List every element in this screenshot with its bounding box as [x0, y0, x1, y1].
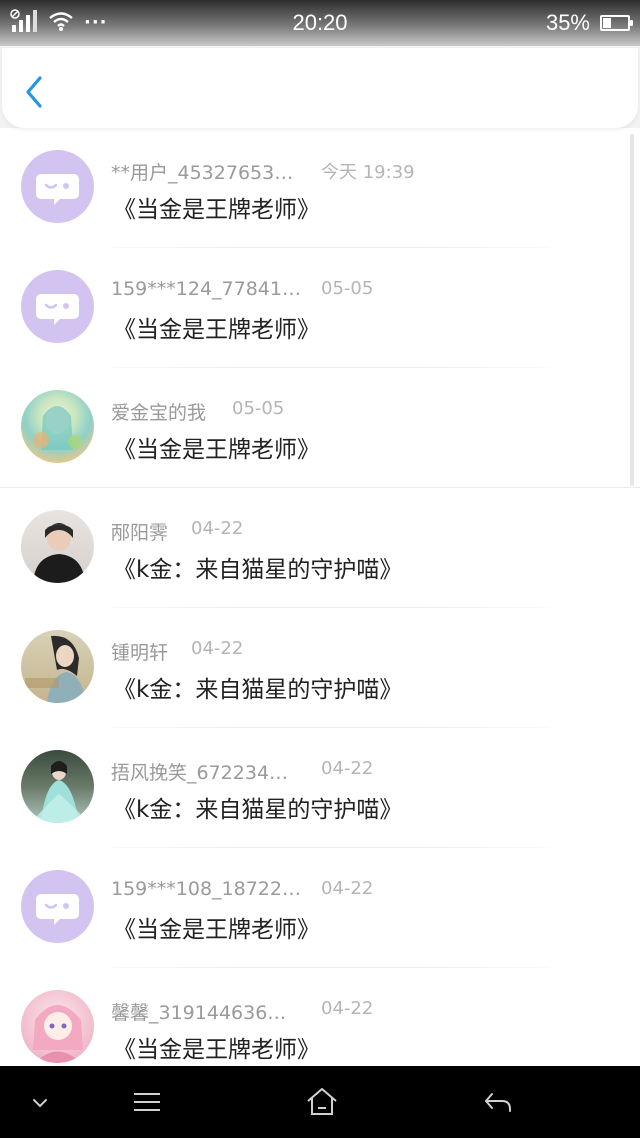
user-name: 捂风挽笑_672234… [111, 762, 289, 784]
battery-percent: 35% [545, 10, 590, 35]
book-title: 《k金：来自猫星的守护喵》 [113, 797, 403, 823]
menu-icon [134, 1093, 160, 1111]
reader-list[interactable]: **用户_45327653… 今天 19:39 《当金是王牌老师》 159***… [0, 128, 640, 1066]
status-bar: ··· 20:20 35% [0, 0, 640, 46]
book-title: 《当金是王牌老师》 [113, 1037, 320, 1063]
status-time: 20:20 [292, 10, 348, 35]
default-avatar [21, 870, 94, 943]
user-name: 159***124_77841… [111, 278, 301, 300]
list-item[interactable]: 159***108_18722… 04-22 《当金是王牌老师》 [0, 848, 640, 968]
header [0, 46, 640, 128]
list-item[interactable]: 锺明轩 04-22 《k金：来自猫星的守护喵》 [0, 608, 640, 728]
back-arrow-icon [485, 1093, 511, 1112]
user-name: 邴阳霁 [111, 522, 169, 544]
user-name: 159***108_18722… [111, 878, 301, 900]
list-item[interactable]: 159***124_77841… 05-05 《当金是王牌老师》 [0, 248, 640, 368]
list-item[interactable]: 爱金宝的我 05-05 《当金是王牌老师》 [0, 368, 640, 488]
status-right: 35% [545, 10, 633, 36]
list-item[interactable]: 邴阳霁 04-22 《k金：来自猫星的守护喵》 [0, 488, 640, 608]
book-title: 《k金：来自猫星的守护喵》 [113, 677, 403, 703]
user-name: 爱金宝的我 [111, 402, 207, 424]
default-avatar [21, 270, 94, 343]
book-title: 《当金是王牌老师》 [113, 317, 320, 343]
photo-avatar [21, 630, 94, 703]
navigation-bar [0, 1066, 640, 1138]
header-card [2, 48, 638, 128]
back-button[interactable] [20, 72, 50, 112]
book-title: 《当金是王牌老师》 [113, 197, 320, 223]
comment-date: 今天 19:39 [321, 162, 415, 183]
user-name: 馨馨_319144636… [111, 1002, 287, 1024]
comment-date: 04-22 [191, 638, 244, 659]
photo-avatar [21, 510, 94, 583]
comment-date: 04-22 [321, 998, 374, 1019]
list-item[interactable]: 馨馨_319144636… 04-22 《当金是王牌老师》 [0, 968, 640, 1066]
back-nav-button[interactable] [482, 1084, 514, 1120]
menu-button[interactable] [131, 1084, 163, 1120]
hide-nav-button[interactable] [26, 1084, 54, 1120]
book-title: 《当金是王牌老师》 [113, 917, 320, 943]
battery-fill [603, 18, 611, 28]
home-button[interactable] [305, 1084, 339, 1120]
user-name: **用户_45327653… [111, 162, 294, 184]
comment-date: 04-22 [191, 518, 244, 539]
photo-avatar [21, 750, 94, 823]
comment-date: 04-22 [321, 878, 374, 899]
default-avatar [21, 150, 94, 223]
battery-icon [600, 15, 633, 31]
comment-date: 05-05 [232, 398, 285, 419]
chevron-down-icon [33, 1099, 47, 1108]
user-name: 锺明轩 [111, 642, 169, 664]
photo-avatar [21, 390, 94, 463]
book-title: 《k金：来自猫星的守护喵》 [113, 557, 403, 583]
home-icon [307, 1088, 337, 1115]
comment-date: 05-05 [321, 278, 374, 299]
list-item[interactable]: **用户_45327653… 今天 19:39 《当金是王牌老师》 [0, 128, 640, 248]
list-item[interactable]: 捂风挽笑_672234… 04-22 《k金：来自猫星的守护喵》 [0, 728, 640, 848]
book-title: 《当金是王牌老师》 [113, 437, 320, 463]
photo-avatar [21, 990, 94, 1063]
comment-date: 04-22 [321, 758, 374, 779]
chevron-left-icon [26, 76, 42, 108]
scrollbar[interactable] [630, 134, 634, 486]
